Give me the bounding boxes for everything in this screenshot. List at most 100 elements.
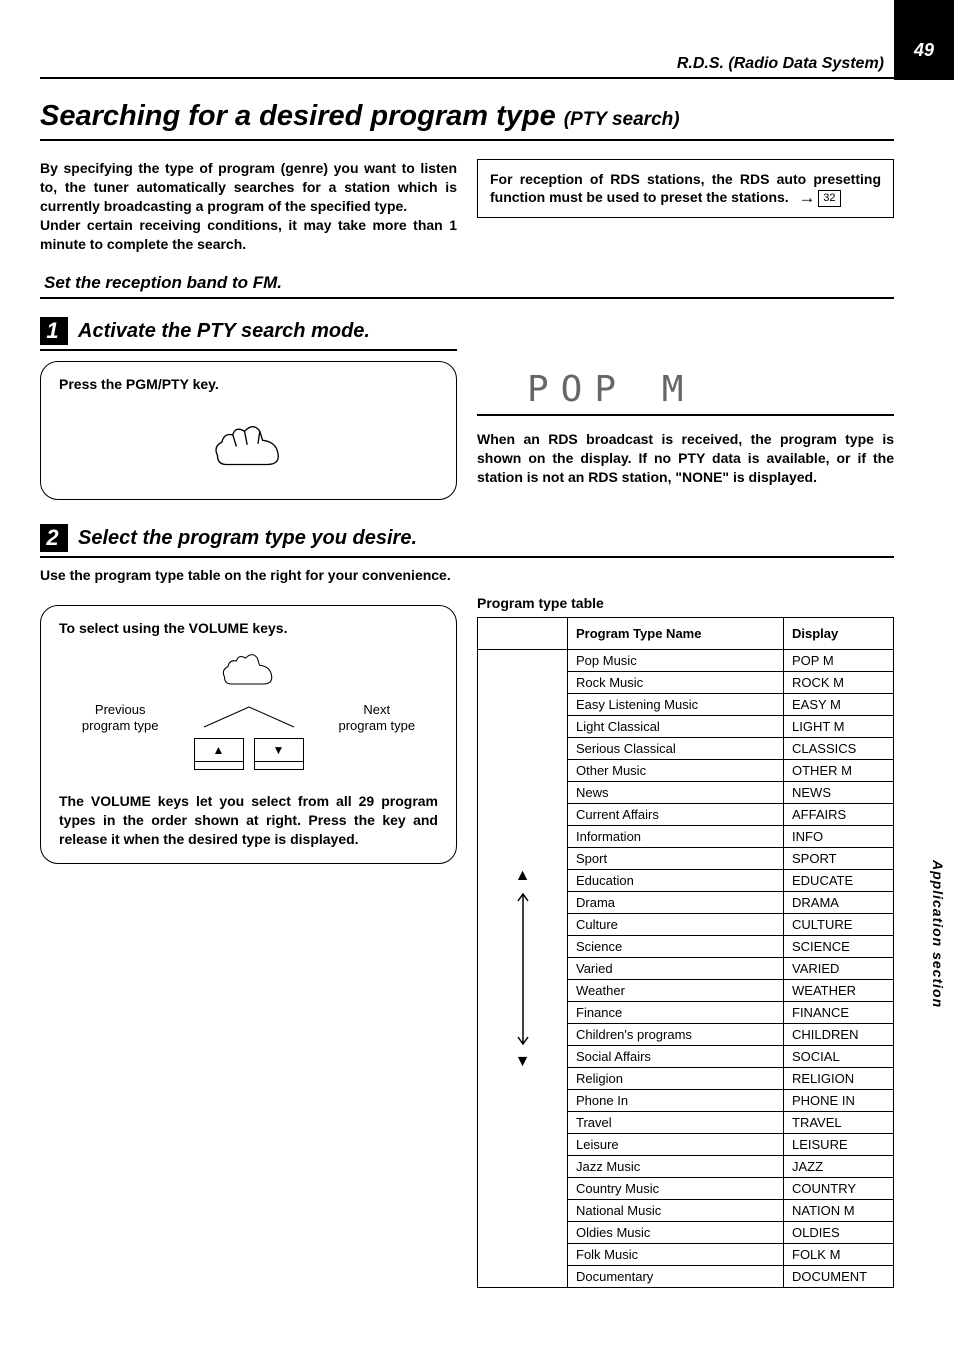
pty-display-cell: TRAVEL — [784, 1112, 894, 1134]
intro-paragraph: By specifying the type of program (genre… — [40, 159, 457, 253]
pty-name-cell: Folk Music — [568, 1244, 784, 1266]
volume-keys-bubble: To select using the VOLUME keys. Previou… — [40, 605, 457, 864]
pty-display-cell: RELIGION — [784, 1068, 894, 1090]
pty-display-cell: OTHER M — [784, 760, 894, 782]
volume-up-button[interactable]: ▲ — [194, 738, 244, 762]
pty-display-cell: FINANCE — [784, 1002, 894, 1024]
pty-name-cell: Rock Music — [568, 672, 784, 694]
pty-name-cell: Education — [568, 870, 784, 892]
pty-display-cell: EDUCATE — [784, 870, 894, 892]
pty-name-cell: Sport — [568, 848, 784, 870]
prev-program-label: Previous program type — [82, 702, 159, 733]
page-reference: 32 — [818, 190, 840, 206]
triangle-down-icon: ▼ — [273, 743, 285, 757]
table-header-blank — [478, 618, 568, 650]
header-section: R.D.S. (Radio Data System) — [40, 55, 894, 79]
table-header-display: Display — [784, 618, 894, 650]
pty-display-cell: NEWS — [784, 782, 894, 804]
pty-display-cell: ROCK M — [784, 672, 894, 694]
pty-display-cell: FOLK M — [784, 1244, 894, 1266]
step-2-subtitle: Use the program type table on the right … — [40, 566, 894, 585]
pty-display-cell: EASY M — [784, 694, 894, 716]
pty-name-cell: Leisure — [568, 1134, 784, 1156]
pty-display-cell: LIGHT M — [784, 716, 894, 738]
program-type-table-block: Program type table Program Type Name Dis… — [477, 595, 894, 1288]
pty-name-cell: Easy Listening Music — [568, 694, 784, 716]
scroll-direction-cell: ▲▼ — [478, 650, 568, 1288]
pty-name-cell: Drama — [568, 892, 784, 914]
pty-display-cell: PHONE IN — [784, 1090, 894, 1112]
note-box: For reception of RDS stations, the RDS a… — [477, 159, 894, 218]
lcd-display: POP M — [477, 359, 894, 416]
program-type-table: Program Type Name Display ▲▼Pop MusicPOP… — [477, 617, 894, 1288]
pty-name-cell: Phone In — [568, 1090, 784, 1112]
step-2-number: 2 — [40, 524, 68, 552]
pty-name-cell: Weather — [568, 980, 784, 1002]
step-2-heading: 2 Select the program type you desire. — [40, 524, 894, 558]
pty-name-cell: Religion — [568, 1068, 784, 1090]
side-tab: Application section — [894, 840, 954, 1040]
table-row: ▲▼Pop MusicPOP M — [478, 650, 894, 672]
pty-name-cell: Travel — [568, 1112, 784, 1134]
page-number-corner: 49 — [894, 0, 954, 80]
pty-display-cell: SCIENCE — [784, 936, 894, 958]
header-section-text: R.D.S. (Radio Data System) — [677, 55, 884, 72]
pty-name-cell: Information — [568, 826, 784, 848]
pty-display-cell: VARIED — [784, 958, 894, 980]
pty-display-cell: AFFAIRS — [784, 804, 894, 826]
pty-display-cell: DRAMA — [784, 892, 894, 914]
pty-display-cell: WEATHER — [784, 980, 894, 1002]
arrow-right-icon: → — [799, 186, 816, 208]
triangle-down-icon: ▼ — [486, 1053, 559, 1071]
pty-name-cell: Culture — [568, 914, 784, 936]
pty-display-cell: DOCUMENT — [784, 1266, 894, 1288]
step-1-bubble: Press the PGM/PTY key. — [40, 361, 457, 500]
pty-name-cell: Serious Classical — [568, 738, 784, 760]
triangle-up-icon: ▲ — [486, 867, 559, 885]
pty-display-cell: COUNTRY — [784, 1178, 894, 1200]
pty-name-cell: Science — [568, 936, 784, 958]
pty-name-cell: Children's programs — [568, 1024, 784, 1046]
hand-press-icon — [59, 412, 438, 475]
pty-display-cell: CHILDREN — [784, 1024, 894, 1046]
pty-name-cell: Documentary — [568, 1266, 784, 1288]
pty-display-cell: JAZZ — [784, 1156, 894, 1178]
pty-name-cell: Pop Music — [568, 650, 784, 672]
volume-keys-heading: To select using the VOLUME keys. — [59, 620, 438, 636]
pty-name-cell: Current Affairs — [568, 804, 784, 826]
volume-keys-note: The VOLUME keys let you select from all … — [59, 792, 438, 849]
step-2-title: Select the program type you desire. — [78, 527, 417, 550]
volume-keys-diagram: Previous program type ▲ — [59, 702, 438, 770]
side-tab-text: Application section — [930, 860, 946, 1008]
pty-display-cell: CULTURE — [784, 914, 894, 936]
pty-name-cell: Finance — [568, 1002, 784, 1024]
pty-display-cell: POP M — [784, 650, 894, 672]
pty-name-cell: Social Affairs — [568, 1046, 784, 1068]
table-header-name: Program Type Name — [568, 618, 784, 650]
display-note: When an RDS broadcast is received, the p… — [477, 430, 894, 487]
triangle-up-icon: ▲ — [213, 743, 225, 757]
step-1-heading: 1 Activate the PTY search mode. — [40, 317, 457, 351]
hand-press-icon — [59, 644, 438, 692]
pty-display-cell: LEISURE — [784, 1134, 894, 1156]
title-main: Searching for a desired program type — [40, 100, 556, 132]
pty-name-cell: Oldies Music — [568, 1222, 784, 1244]
pty-display-cell: NATION M — [784, 1200, 894, 1222]
pty-display-cell: INFO — [784, 826, 894, 848]
pty-display-cell: SPORT — [784, 848, 894, 870]
pty-name-cell: Light Classical — [568, 716, 784, 738]
volume-down-button[interactable]: ▼ — [254, 738, 304, 762]
pty-name-cell: Country Music — [568, 1178, 784, 1200]
pty-display-cell: CLASSICS — [784, 738, 894, 760]
page-title: Searching for a desired program type (PT… — [40, 100, 894, 141]
pty-name-cell: News — [568, 782, 784, 804]
next-program-label: Next program type — [339, 702, 416, 733]
step-1-instruction: Press the PGM/PTY key. — [59, 376, 438, 392]
pty-name-cell: Other Music — [568, 760, 784, 782]
step-1-number: 1 — [40, 317, 68, 345]
page-number: 49 — [914, 40, 934, 61]
title-sub: (PTY search) — [564, 109, 680, 130]
pty-name-cell: Varied — [568, 958, 784, 980]
pty-display-cell: SOCIAL — [784, 1046, 894, 1068]
pty-name-cell: National Music — [568, 1200, 784, 1222]
